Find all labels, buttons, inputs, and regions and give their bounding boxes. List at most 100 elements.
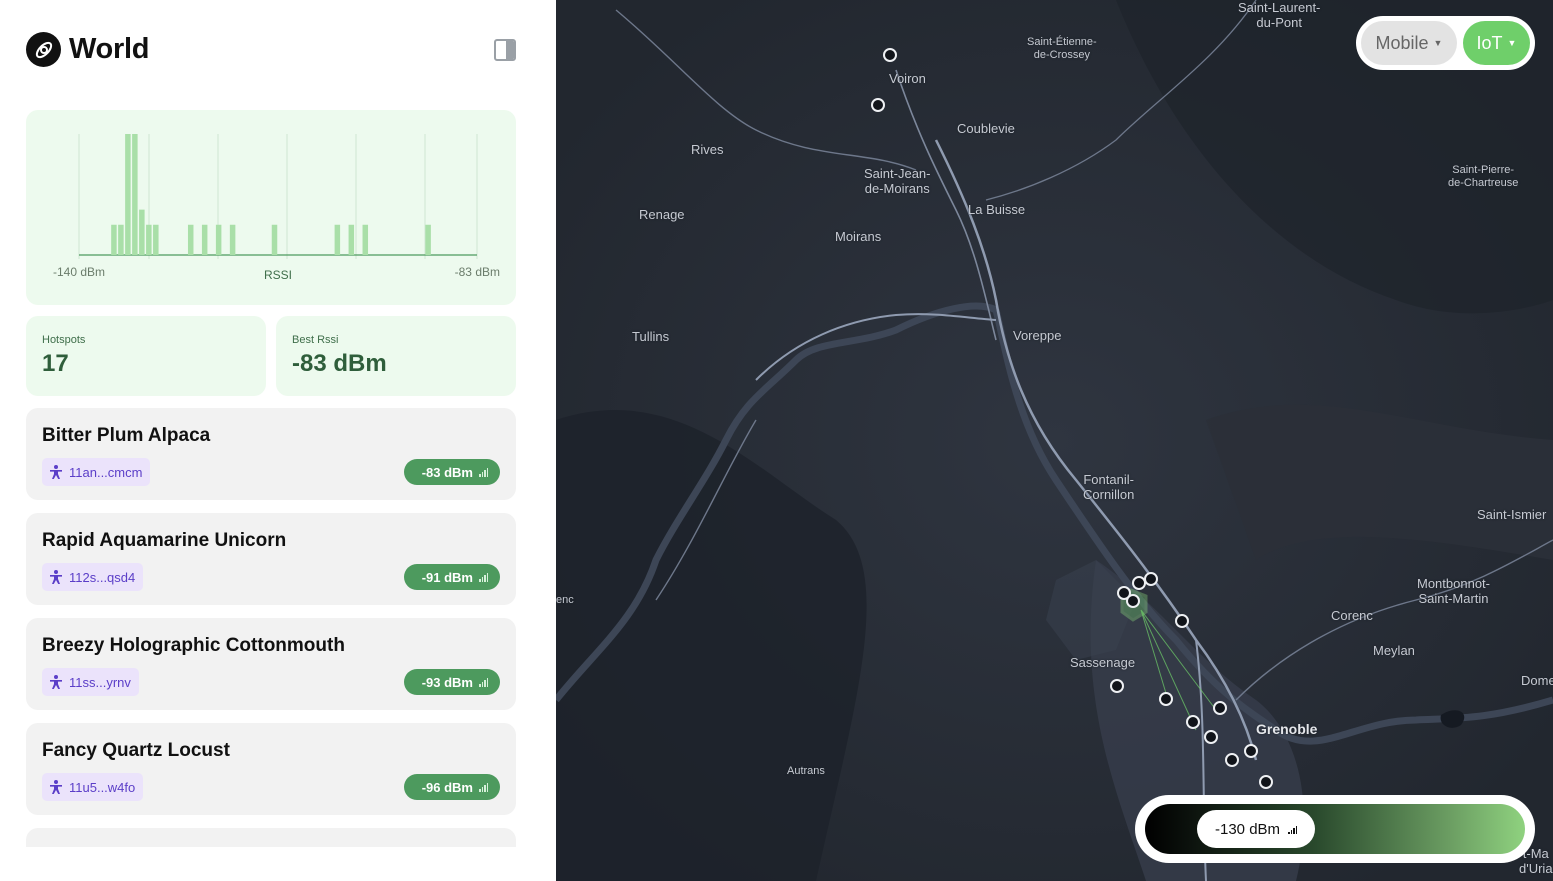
hotspot-person-icon: [50, 780, 62, 794]
hotspot-rssi-value: -91 dBm: [421, 569, 473, 585]
hotspot-marker[interactable]: [1259, 775, 1273, 789]
map-terrain: [556, 0, 1553, 881]
hotspot-name: Fancy Quartz Locust: [42, 740, 230, 761]
histogram-bar: [334, 224, 341, 255]
sidebar: World -140 dBm RSSI -83 dBm Hotspots 17 …: [0, 0, 556, 881]
hotspot-marker[interactable]: [871, 98, 885, 112]
histogram-bar: [111, 224, 117, 255]
signal-bars-icon: [479, 572, 488, 582]
histogram-axis-label: RSSI: [264, 268, 293, 282]
hotspot-person-icon: [50, 570, 62, 584]
place-label: Saint-Pierre-de-Chartreuse: [1448, 164, 1519, 189]
hotspot-id: 11ss...yrnv: [69, 674, 131, 690]
hotspot-person-icon: [50, 465, 62, 479]
signal-bars-icon: [479, 677, 488, 687]
place-label: Grenoble: [1256, 721, 1318, 737]
hotspot-marker[interactable]: [883, 48, 897, 62]
helium-logo-icon: [26, 32, 61, 67]
rssi-gradient-bar: -130 dBm: [1145, 804, 1525, 854]
signal-bars-icon: [479, 467, 488, 477]
place-label: Coublevie: [957, 121, 1015, 136]
place-label: Dome: [1521, 673, 1553, 688]
iot-network-label: IoT: [1476, 32, 1503, 53]
signal-bars-icon: [1288, 825, 1298, 834]
place-label: Voreppe: [1013, 328, 1062, 343]
rssi-histogram-card: -140 dBm RSSI -83 dBm: [26, 110, 516, 305]
hotspot-rssi-badge: -91 dBm: [403, 564, 500, 590]
brand-name: World: [69, 33, 150, 65]
hotspots-stat-card: Hotspots 17: [26, 316, 266, 396]
mobile-network-label: Mobile: [1375, 32, 1429, 53]
hotspot-marker[interactable]: [1213, 701, 1227, 715]
hotspot-marker[interactable]: [1175, 614, 1189, 628]
rssi-filter-value: -130 dBm: [1215, 820, 1281, 838]
signal-bars-icon: [479, 782, 488, 792]
hotspot-marker[interactable]: [1244, 744, 1258, 758]
best-rssi-stat-card: Best Rssi -83 dBm: [276, 316, 516, 396]
place-label: Moirans: [835, 229, 882, 244]
hotspots-stat-label: Hotspots: [42, 334, 86, 346]
hotspot-rssi-value: -93 dBm: [421, 674, 473, 690]
histogram-bar: [153, 224, 159, 255]
hotspot-marker[interactable]: [1204, 730, 1218, 744]
place-label: Tullins: [632, 329, 670, 344]
hotspot-marker[interactable]: [1144, 572, 1158, 586]
hotspot-card[interactable]: Rapid Aquamarine Unicorn 112s...qsd4 -91…: [26, 513, 516, 605]
histogram-bar: [118, 224, 124, 255]
chevron-down-icon: ▼: [1507, 38, 1517, 48]
hotspot-name: Bitter Plum Alpaca: [42, 425, 211, 446]
network-switch: Mobile ▼ IoT ▼: [1356, 16, 1535, 70]
place-label: Sassenage: [1070, 655, 1136, 670]
hotspot-rssi-badge: -93 dBm: [403, 669, 500, 695]
place-label: Saint-Jean-de-Moirans: [864, 166, 931, 196]
place-label: Corenc: [1331, 608, 1373, 623]
place-label: Rives: [691, 142, 724, 157]
hotspot-marker[interactable]: [1225, 753, 1239, 767]
mobile-network-button[interactable]: Mobile ▼: [1361, 21, 1457, 65]
hotspot-rssi-value: -96 dBm: [421, 779, 473, 795]
hotspot-marker[interactable]: [1110, 679, 1124, 693]
hotspot-id-chip[interactable]: 11ss...yrnv: [42, 668, 139, 696]
coverage-map[interactable]: Saint-Laurent-du-Pont Saint-Étienne-de-C…: [556, 0, 1553, 881]
best-rssi-stat-label: Best Rssi: [292, 334, 339, 346]
hotspot-id-chip[interactable]: 11u5...w4fo: [42, 773, 144, 801]
histogram-bar: [132, 134, 138, 255]
hotspot-card[interactable]: Breezy Holographic Cottonmouth 11ss...yr…: [26, 618, 516, 710]
rssi-legend: -130 dBm: [1135, 795, 1535, 863]
place-label: Fontanil- Cornillon: [1083, 472, 1135, 502]
hotspot-marker[interactable]: [1159, 692, 1173, 706]
hotspot-id-chip[interactable]: 11an...cmcm: [42, 458, 151, 486]
histogram-bar: [271, 224, 278, 255]
iot-network-button[interactable]: IoT ▼: [1463, 21, 1530, 65]
histogram-bar: [201, 224, 208, 255]
place-label: Saint-Étienne-de-Crossey: [1027, 36, 1097, 61]
hotspot-id: 11u5...w4fo: [69, 779, 136, 795]
hotspot-id: 112s...qsd4: [69, 569, 136, 585]
hotspot-name: Rapid Aquamarine Unicorn: [42, 530, 287, 551]
best-rssi-stat-value: -83 dBm: [292, 350, 387, 377]
panel-toggle-icon[interactable]: [494, 39, 516, 61]
place-label: Saint-Ismier: [1477, 507, 1547, 522]
histogram-bar: [425, 224, 431, 255]
brand[interactable]: World: [26, 32, 149, 67]
hotspots-stat-value: 17: [42, 350, 69, 377]
place-label: enc: [556, 594, 574, 606]
histogram-bar: [215, 224, 222, 255]
rssi-filter-pill[interactable]: -130 dBm: [1197, 810, 1316, 848]
hotspot-list[interactable]: Bitter Plum Alpaca 11an...cmcm -83 dBm R…: [26, 408, 516, 847]
hotspot-card-partial[interactable]: [26, 828, 516, 847]
histogram-bar: [139, 209, 145, 255]
histogram-bar: [348, 224, 355, 255]
hotspot-card[interactable]: Fancy Quartz Locust 11u5...w4fo -96 dBm: [26, 723, 516, 815]
histogram-bar: [146, 224, 152, 255]
hotspot-card[interactable]: Bitter Plum Alpaca 11an...cmcm -83 dBm: [26, 408, 516, 500]
hotspot-id-chip[interactable]: 112s...qsd4: [42, 563, 144, 591]
hotspot-rssi-value: -83 dBm: [421, 464, 473, 480]
hotspot-person-icon: [50, 675, 62, 689]
histogram-bar: [229, 224, 236, 255]
hotspot-marker[interactable]: [1186, 715, 1200, 729]
hotspot-rssi-badge: -96 dBm: [403, 774, 500, 800]
hotspot-marker[interactable]: [1126, 594, 1140, 608]
place-label: Saint-Laurent-du-Pont: [1238, 0, 1321, 30]
hotspot-rssi-badge: -83 dBm: [403, 459, 500, 485]
